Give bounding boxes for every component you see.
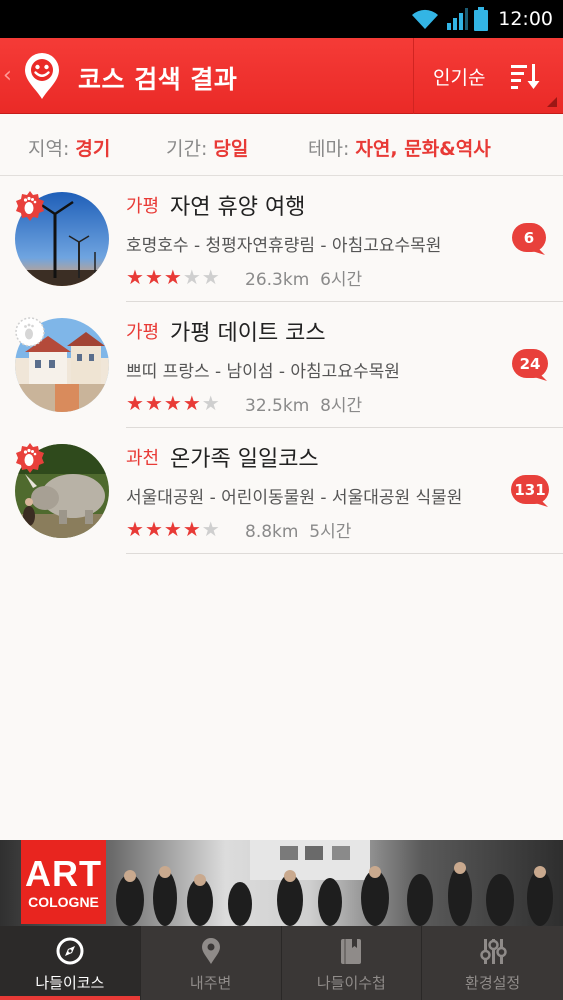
course-title: 가평 데이트 코스 bbox=[170, 321, 326, 346]
star-rating: ★ ★ ★ ★ ★ bbox=[126, 393, 220, 413]
tab-label: 환경설정 bbox=[465, 974, 521, 992]
ad-logo-sub: COLOGNE bbox=[28, 893, 99, 910]
course-region: 과천 bbox=[126, 448, 160, 469]
filter-region-value: 경기 bbox=[75, 138, 111, 160]
star-empty-icon: ★ bbox=[201, 391, 220, 415]
star-filled-icon: ★ bbox=[144, 265, 163, 289]
footprint-badge-icon bbox=[16, 191, 44, 221]
filter-region[interactable]: 지역: 경기 bbox=[28, 134, 110, 161]
star-rating: ★ ★ ★ ★ ★ bbox=[126, 519, 220, 539]
sliders-icon bbox=[479, 939, 507, 964]
sort-icon[interactable] bbox=[509, 61, 541, 91]
filter-theme-value: 자연, 문화&역사 bbox=[355, 138, 491, 160]
filter-theme-key: 테마: bbox=[308, 138, 350, 160]
filter-theme[interactable]: 테마: 자연, 문화&역사 bbox=[308, 134, 491, 161]
ad-banner[interactable]: ART COLOGNE bbox=[0, 840, 563, 926]
wifi-icon bbox=[412, 9, 439, 29]
star-filled-icon: ★ bbox=[182, 517, 201, 541]
star-filled-icon: ★ bbox=[163, 265, 182, 289]
comment-count-badge[interactable]: 24 bbox=[512, 349, 548, 381]
star-filled-icon: ★ bbox=[126, 265, 144, 289]
compass-icon bbox=[56, 937, 84, 965]
comment-count: 6 bbox=[523, 228, 535, 247]
status-time: 12:00 bbox=[498, 8, 553, 30]
course-title: 온가족 일일코스 bbox=[170, 447, 319, 472]
filter-region-key: 지역: bbox=[28, 138, 70, 160]
course-distance: 8.8km bbox=[245, 522, 299, 542]
course-title: 자연 휴양 여행 bbox=[170, 195, 306, 220]
course-meta: 32.5km 8시간 bbox=[245, 391, 362, 416]
comment-count: 24 bbox=[519, 354, 541, 373]
list-divider bbox=[126, 553, 563, 554]
comment-count-badge[interactable]: 6 bbox=[512, 223, 546, 255]
status-bar: 12:00 bbox=[0, 0, 563, 38]
tab-label: 내주변 bbox=[189, 974, 232, 992]
star-empty-icon: ★ bbox=[201, 265, 220, 289]
star-rating: ★ ★ ★ ★ ★ bbox=[126, 267, 220, 287]
star-filled-icon: ★ bbox=[144, 517, 163, 541]
star-empty-icon: ★ bbox=[201, 517, 220, 541]
notebook-icon bbox=[341, 939, 362, 964]
star-filled-icon: ★ bbox=[163, 517, 182, 541]
tab-settings[interactable]: 환경설정 bbox=[422, 926, 563, 1000]
course-route: 쁘띠 프랑스 - 남이섬 - 아침고요수목원 bbox=[126, 362, 400, 382]
filter-period[interactable]: 기간: 당일 bbox=[166, 134, 248, 161]
comment-count: 131 bbox=[514, 480, 546, 499]
course-duration: 5시간 bbox=[309, 522, 352, 542]
tab-label: 나들이수첩 bbox=[316, 974, 386, 992]
course-region: 가평 bbox=[126, 322, 160, 343]
course-list-item[interactable]: 과천 온가족 일일코스 서울대공원 - 어린이동물원 - 서울대공원 식물원 ★… bbox=[0, 428, 563, 554]
sort-label[interactable]: 인기순 bbox=[433, 63, 485, 90]
course-route: 서울대공원 - 어린이동물원 - 서울대공원 식물원 bbox=[126, 488, 463, 508]
footprint-badge-icon bbox=[15, 317, 45, 347]
star-filled-icon: ★ bbox=[144, 391, 163, 415]
course-meta: 26.3km 6시간 bbox=[245, 265, 362, 290]
page-title: 코스 검색 결과 bbox=[78, 65, 238, 94]
app-header: ‹ 코스 검색 결과 인기순 bbox=[0, 38, 563, 114]
tab-notebook[interactable]: 나들이수첩 bbox=[282, 926, 423, 1000]
star-empty-icon: ★ bbox=[182, 265, 201, 289]
course-list-item[interactable]: 가평 자연 휴양 여행 호명호수 - 청평자연휴량림 - 아침고요수목원 ★ ★… bbox=[0, 176, 563, 302]
filter-bar: 지역: 경기 기간: 당일 테마: 자연, 문화&역사 bbox=[0, 115, 563, 176]
back-chevron-icon[interactable]: ‹ bbox=[3, 65, 12, 87]
comment-count-badge[interactable]: 131 bbox=[511, 475, 549, 507]
star-filled-icon: ★ bbox=[182, 391, 201, 415]
course-list-item[interactable]: 가평 가평 데이트 코스 쁘띠 프랑스 - 남이섬 - 아침고요수목원 ★ ★ … bbox=[0, 302, 563, 428]
footprint-badge-icon bbox=[16, 443, 44, 473]
star-filled-icon: ★ bbox=[126, 517, 144, 541]
course-meta: 8.8km 5시간 bbox=[245, 517, 351, 542]
art-cologne-logo: ART COLOGNE bbox=[21, 840, 106, 924]
tab-nearby[interactable]: 내주변 bbox=[141, 926, 282, 1000]
course-duration: 6시간 bbox=[320, 270, 363, 290]
filter-period-value: 당일 bbox=[213, 138, 249, 160]
filter-period-key: 기간: bbox=[166, 138, 208, 160]
course-distance: 26.3km bbox=[245, 270, 310, 290]
star-filled-icon: ★ bbox=[126, 391, 144, 415]
star-filled-icon: ★ bbox=[163, 391, 182, 415]
course-distance: 32.5km bbox=[245, 396, 310, 416]
course-duration: 8시간 bbox=[320, 396, 363, 416]
location-pin-icon bbox=[201, 938, 220, 964]
tab-outing-courses[interactable]: 나들이코스 bbox=[0, 926, 141, 1000]
header-divider bbox=[413, 38, 414, 114]
ad-logo-main: ART bbox=[25, 852, 102, 894]
bottom-nav: 나들이코스 내주변 나들이수첩 환경설정 bbox=[0, 926, 563, 1000]
smile-pin-logo-icon[interactable] bbox=[22, 51, 62, 101]
tab-label: 나들이코스 bbox=[35, 974, 105, 992]
course-route: 호명호수 - 청평자연휴량림 - 아침고요수목원 bbox=[126, 236, 442, 256]
overflow-corner-icon bbox=[547, 97, 557, 107]
signal-icon bbox=[447, 8, 469, 30]
battery-icon bbox=[474, 7, 489, 31]
course-region: 가평 bbox=[126, 196, 160, 217]
